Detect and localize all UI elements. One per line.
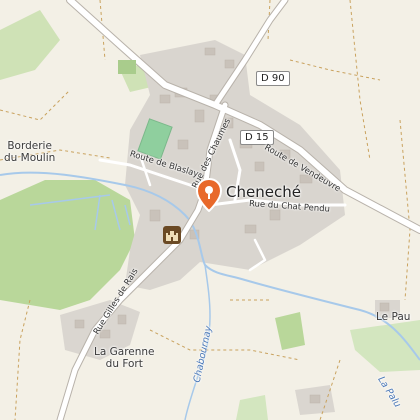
map-view[interactable]: Borderie du Moulin La Garenne du Fort Le… [0, 0, 420, 420]
castle-icon[interactable] [163, 226, 181, 244]
forest-area [275, 312, 305, 350]
field-area [236, 395, 268, 420]
map-pin-icon[interactable] [195, 177, 223, 213]
town-label: Cheneché [226, 183, 301, 201]
field-area [0, 10, 60, 80]
park-area [118, 60, 136, 74]
map-pin-graphic [195, 177, 223, 213]
place-label-le-pau: Le Pau [376, 311, 411, 323]
road-shield-d90: D 90 [256, 71, 290, 86]
place-label-garenne: La Garenne du Fort [94, 346, 155, 370]
castle-icon-graphic [163, 226, 181, 244]
forest-area [0, 180, 135, 310]
place-label-borderie: Borderie du Moulin [4, 140, 56, 164]
